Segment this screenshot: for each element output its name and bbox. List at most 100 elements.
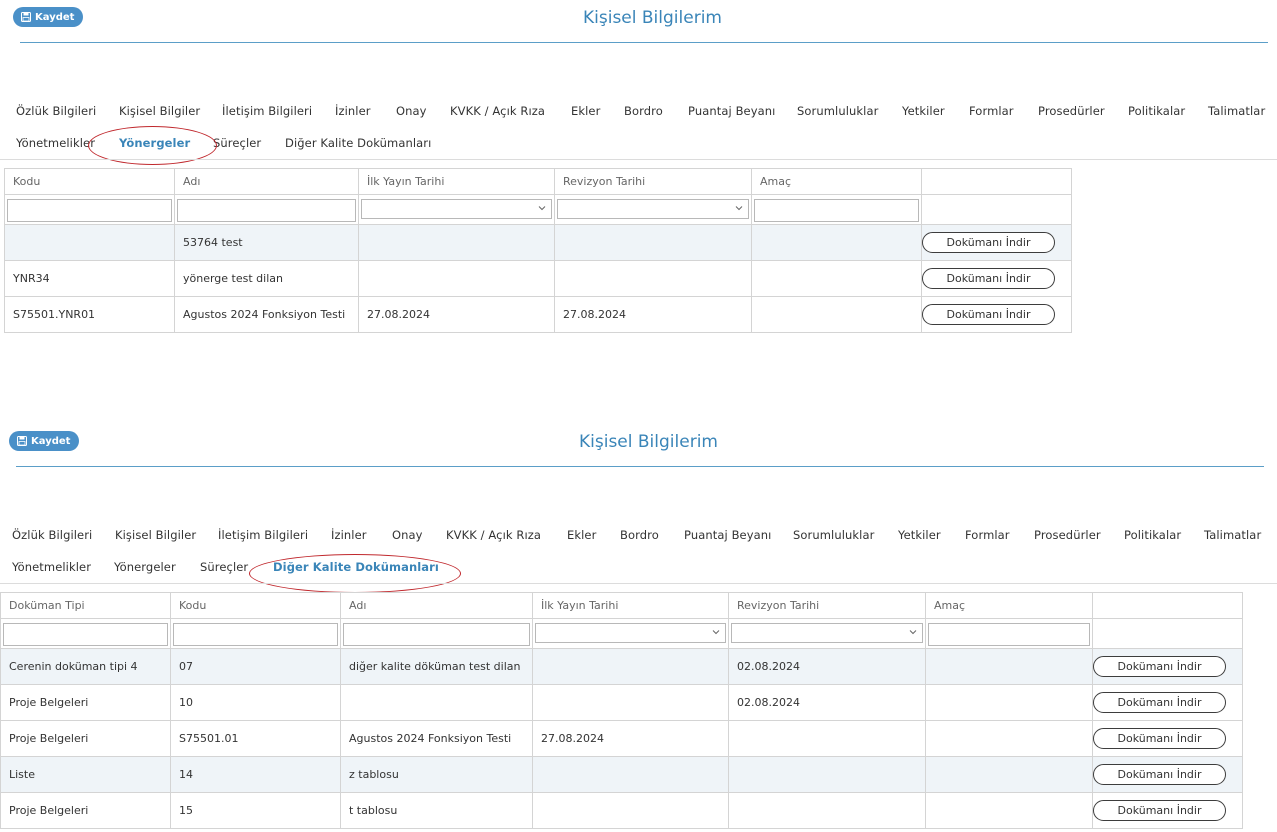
filter-adi-input[interactable] — [343, 622, 530, 646]
filter-ilk-yayin-select[interactable] — [535, 623, 726, 643]
tab-yonetmelikler[interactable]: Yönetmelikler — [12, 560, 91, 574]
cell-kodu: 07 — [170, 648, 341, 685]
download-document-button[interactable]: Dokümanı İndir — [922, 304, 1055, 325]
cell-ilk-yayin — [532, 648, 729, 685]
filter-kodu-input[interactable] — [7, 198, 172, 222]
tab-formlar[interactable]: Formlar — [965, 528, 1010, 542]
tab-iletisim-bilgileri[interactable]: İletişim Bilgileri — [218, 528, 308, 542]
column-header-kodu[interactable]: Kodu — [170, 592, 341, 619]
table-row[interactable]: S75501.YNR01 Agustos 2024 Fonksiyon Test… — [4, 296, 1072, 333]
tab-kvkk[interactable]: KVKK / Açık Rıza — [446, 528, 541, 542]
cell-ilk-yayin — [532, 684, 729, 721]
tab-talimatlar[interactable]: Talimatlar — [1204, 528, 1261, 542]
filter-amac-input[interactable] — [928, 622, 1090, 646]
tab-iletisim-bilgileri[interactable]: İletişim Bilgileri — [222, 104, 312, 118]
filter-revizyon-select[interactable] — [731, 623, 923, 643]
save-button-label: Kaydet — [35, 11, 75, 23]
column-header-dokuman-tipi[interactable]: Doküman Tipi — [0, 592, 171, 619]
tab-ekler[interactable]: Ekler — [567, 528, 596, 542]
filter-cell — [358, 194, 555, 225]
filter-amac-input[interactable] — [754, 198, 919, 222]
download-document-button[interactable]: Dokümanı İndir — [1093, 692, 1226, 713]
tab-politikalar[interactable]: Politikalar — [1128, 104, 1185, 118]
save-button[interactable]: Kaydet — [13, 7, 84, 27]
tab-yetkiler[interactable]: Yetkiler — [902, 104, 945, 118]
tab-prosedurler[interactable]: Prosedürler — [1034, 528, 1101, 542]
tab-talimatlar[interactable]: Talimatlar — [1208, 104, 1265, 118]
tab-sorumluluklar[interactable]: Sorumluluklar — [797, 104, 878, 118]
column-header-adi[interactable]: Adı — [174, 168, 359, 195]
tab-politikalar[interactable]: Politikalar — [1124, 528, 1181, 542]
table-row[interactable]: Proje Belgeleri 15 t tablosu Dokümanı İn… — [0, 792, 1243, 829]
tabs-divider — [0, 159, 1277, 160]
column-header-actions — [1092, 592, 1243, 619]
save-button[interactable]: Kaydet — [9, 431, 80, 451]
chevron-down-icon — [735, 206, 743, 211]
cell-amac — [925, 792, 1093, 829]
filter-ilk-yayin-select[interactable] — [361, 199, 552, 219]
cell-revizyon — [554, 224, 752, 261]
tab-izinler[interactable]: İzinler — [331, 528, 367, 542]
table-row[interactable]: YNR34 yönerge test dilan Dokümanı İndir — [4, 260, 1072, 297]
tab-bordro[interactable]: Bordro — [620, 528, 659, 542]
download-document-button[interactable]: Dokümanı İndir — [922, 268, 1055, 289]
cell-ilk-yayin — [532, 792, 729, 829]
column-header-revizyon-tarihi[interactable]: Revizyon Tarihi — [728, 592, 926, 619]
table-row[interactable]: 53764 test Dokümanı İndir — [4, 224, 1072, 261]
tab-kisisel-bilgiler[interactable]: Kişisel Bilgiler — [115, 528, 196, 542]
tab-puantaj-beyani[interactable]: Puantaj Beyanı — [684, 528, 771, 542]
tab-bordro[interactable]: Bordro — [624, 104, 663, 118]
download-document-button[interactable]: Dokümanı İndir — [1093, 800, 1226, 821]
tab-yonetmelikler[interactable]: Yönetmelikler — [16, 136, 95, 150]
tab-sorumluluklar[interactable]: Sorumluluklar — [793, 528, 874, 542]
filter-cell — [1092, 618, 1243, 649]
tab-onay[interactable]: Onay — [392, 528, 423, 542]
filter-revizyon-select[interactable] — [557, 199, 749, 219]
filter-adi-input[interactable] — [177, 198, 356, 222]
cell-amac — [925, 684, 1093, 721]
cell-kodu: 15 — [170, 792, 341, 829]
cell-kodu: S75501.YNR01 — [4, 296, 175, 333]
cell-dokuman-tipi: Cerenin doküman tipi 4 — [0, 648, 171, 685]
column-header-adi[interactable]: Adı — [340, 592, 533, 619]
tab-ekler[interactable]: Ekler — [571, 104, 600, 118]
cell-adi — [340, 684, 533, 721]
download-document-button[interactable]: Dokümanı İndir — [1093, 764, 1226, 785]
filter-cell — [0, 618, 171, 649]
filter-kodu-input[interactable] — [173, 622, 338, 646]
tab-prosedurler[interactable]: Prosedürler — [1038, 104, 1105, 118]
cell-ilk-yayin — [532, 756, 729, 793]
cell-kodu: 10 — [170, 684, 341, 721]
tab-onay[interactable]: Onay — [396, 104, 427, 118]
tab-kisisel-bilgiler[interactable]: Kişisel Bilgiler — [119, 104, 200, 118]
column-header-revizyon-tarihi[interactable]: Revizyon Tarihi — [554, 168, 752, 195]
tab-yonergeler[interactable]: Yönergeler — [114, 560, 176, 574]
table-row[interactable]: Proje Belgeleri S75501.01 Agustos 2024 F… — [0, 720, 1243, 757]
download-document-button[interactable]: Dokümanı İndir — [1093, 656, 1226, 677]
tab-yetkiler[interactable]: Yetkiler — [898, 528, 941, 542]
table-row[interactable]: Cerenin doküman tipi 4 07 diğer kalite d… — [0, 648, 1243, 685]
cell-amac — [751, 296, 922, 333]
cell-amac — [925, 720, 1093, 757]
tab-ozluk-bilgileri[interactable]: Özlük Bilgileri — [12, 528, 92, 542]
tab-surecler[interactable]: Süreçler — [213, 136, 261, 150]
column-header-kodu[interactable]: Kodu — [4, 168, 175, 195]
filter-dokuman-tipi-input[interactable] — [3, 622, 168, 646]
download-document-button[interactable]: Dokümanı İndir — [1093, 728, 1226, 749]
save-button-label: Kaydet — [31, 435, 71, 447]
table-row[interactable]: Proje Belgeleri 10 02.08.2024 Dokümanı İ… — [0, 684, 1243, 721]
column-header-ilk-yayin-tarihi[interactable]: İlk Yayın Tarihi — [358, 168, 555, 195]
tab-ozluk-bilgileri[interactable]: Özlük Bilgileri — [16, 104, 96, 118]
tab-puantaj-beyani[interactable]: Puantaj Beyanı — [688, 104, 775, 118]
column-header-ilk-yayin-tarihi[interactable]: İlk Yayın Tarihi — [532, 592, 729, 619]
tab-diger-kalite-dokumanlari[interactable]: Diğer Kalite Dokümanları — [285, 136, 431, 150]
tab-formlar[interactable]: Formlar — [969, 104, 1014, 118]
column-header-amac[interactable]: Amaç — [925, 592, 1093, 619]
table-row[interactable]: Liste 14 z tablosu Dokümanı İndir — [0, 756, 1243, 793]
column-header-amac[interactable]: Amaç — [751, 168, 922, 195]
cell-actions: Dokümanı İndir — [1092, 648, 1243, 685]
tab-surecler[interactable]: Süreçler — [200, 560, 248, 574]
tab-izinler[interactable]: İzinler — [335, 104, 371, 118]
tab-kvkk[interactable]: KVKK / Açık Rıza — [450, 104, 545, 118]
download-document-button[interactable]: Dokümanı İndir — [922, 232, 1055, 253]
